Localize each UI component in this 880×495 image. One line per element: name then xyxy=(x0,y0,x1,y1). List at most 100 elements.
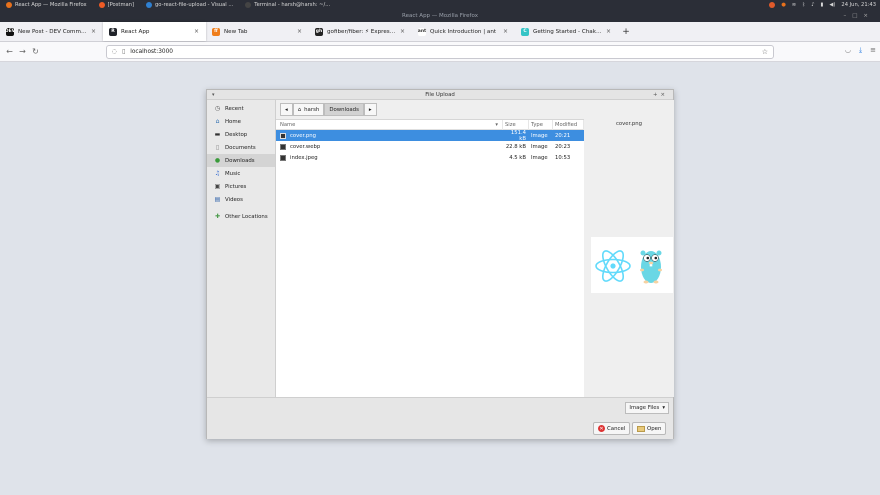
tab-favicon-icon: DEV xyxy=(4,27,16,36)
sidebar-item-desktop[interactable]: ▬ Desktop xyxy=(207,128,275,141)
path-bar: ◂ ⌂ harsh Downloads ▸ xyxy=(280,103,377,116)
tab-title: New Post - DEV Community xyxy=(18,28,87,35)
tab-title: New Tab xyxy=(224,28,248,35)
reload-icon[interactable]: ↻ xyxy=(29,47,42,56)
dialog-title: File Upload xyxy=(425,92,455,98)
file-type: Image xyxy=(531,143,548,150)
sidebar-item-downloads[interactable]: ● Downloads xyxy=(207,154,275,167)
back-arrow-icon[interactable]: ← xyxy=(3,47,16,56)
column-name[interactable]: Name ▾ xyxy=(276,119,503,130)
address-bar[interactable]: ◌ ▯ localhost:3000 ☆ xyxy=(106,45,774,59)
app-icon xyxy=(245,2,252,8)
taskbar-window-button[interactable]: Terminal - harsh@harsh: ~/... xyxy=(239,2,336,8)
page-icon: ▯ xyxy=(122,49,126,55)
clock[interactable]: 24 Jun, 21:43 xyxy=(841,2,876,8)
tab-title: Getting Started - Chakra UI xyxy=(533,28,602,35)
app-tray-icon[interactable] xyxy=(769,2,776,8)
dialog-titlebar[interactable]: ▾ File Upload +× xyxy=(207,90,673,100)
tab-close-icon[interactable]: × xyxy=(606,28,611,35)
cancel-icon: ✕ xyxy=(598,425,605,432)
window-title: React App — Mozilla Firefox xyxy=(402,13,478,19)
file-list: Name ▾ Size Type Modified cover.png 151.4… xyxy=(276,119,584,397)
places-sidebar: ◷ Recent ⌂ Home ▬ Desktop ▯ Documents ● Downloads… xyxy=(207,100,276,397)
image-file-icon xyxy=(280,143,286,150)
home-icon: ⌂ xyxy=(215,118,220,125)
sidebar-item-music[interactable]: ♫ Music xyxy=(207,167,275,180)
sort-down-icon: ▾ xyxy=(495,121,498,128)
window-titlebar[interactable]: React App — Mozilla Firefox –□× xyxy=(0,10,880,22)
sidebar-item-recent[interactable]: ◷ Recent xyxy=(207,102,275,115)
forward-arrow-icon[interactable]: → xyxy=(16,47,29,56)
gopher-icon xyxy=(640,250,662,284)
dialog-menu-icon[interactable]: ▾ xyxy=(212,90,215,100)
browser-tab[interactable]: gh gofiber/fiber: ⚡ Express insp × xyxy=(309,22,412,41)
browser-tab[interactable]: DEVNew Post - DEV Community × xyxy=(0,22,103,41)
battery-icon[interactable]: ▮ xyxy=(821,2,824,8)
tab-close-icon[interactable]: × xyxy=(297,28,302,35)
tab-close-icon[interactable]: × xyxy=(400,28,405,35)
tab-close-icon[interactable]: × xyxy=(194,28,199,35)
file-modified: 10:53 xyxy=(555,154,571,161)
taskbar-window-label: [Postman] xyxy=(107,2,135,8)
column-modified[interactable]: Modified xyxy=(553,119,584,130)
path-back-button[interactable]: ◂ xyxy=(280,103,293,116)
tab-title: Quick Introduction | ant xyxy=(430,28,497,35)
path-current-button[interactable]: Downloads xyxy=(324,103,364,116)
sidebar-item-other-locations[interactable]: ✚ Other Locations xyxy=(207,210,275,223)
taskbar-window-button[interactable]: go-react-file-upload - Visual ... xyxy=(140,2,239,8)
file-row[interactable]: index.jpeg 4.5 kB Image 10:53 xyxy=(276,152,584,163)
firefox-tray-icon[interactable]: ● xyxy=(781,2,786,8)
sidebar-item-home[interactable]: ⌂ Home xyxy=(207,115,275,128)
path-home-label: harsh xyxy=(304,106,320,113)
tab-close-icon[interactable]: × xyxy=(503,28,508,35)
file-name-cell: index.jpeg xyxy=(276,154,503,161)
sidebar-item-documents[interactable]: ▯ Documents xyxy=(207,141,275,154)
column-size[interactable]: Size xyxy=(503,119,529,130)
new-tab-button[interactable]: + xyxy=(618,22,634,41)
app-icon xyxy=(146,2,153,8)
sidebar-item-label: Recent xyxy=(225,105,244,112)
dialog-window-controls[interactable]: +× xyxy=(653,90,668,100)
tab-title: React App xyxy=(121,28,150,35)
preview-thumbnail xyxy=(591,237,673,293)
download-icon[interactable]: ⤓ xyxy=(859,46,862,55)
file-name-cell: cover.webp xyxy=(276,143,503,150)
browser-tab[interactable]: ff New Tab × xyxy=(206,22,309,41)
url-text[interactable]: localhost:3000 xyxy=(130,49,173,55)
bluetooth-icon[interactable]: ᛒ xyxy=(802,2,805,8)
pocket-icon[interactable]: ◡ xyxy=(845,46,851,55)
wifi-icon[interactable]: ≋ xyxy=(792,2,796,8)
file-type-filter[interactable]: Image Files ▾ xyxy=(625,402,669,414)
file-list-header: Name ▾ Size Type Modified xyxy=(276,119,584,130)
path-forward-button[interactable]: ▸ xyxy=(363,103,377,116)
shield-icon[interactable]: ◌ xyxy=(112,49,117,55)
file-row[interactable]: cover.webp 22.8 kB Image 20:23 xyxy=(276,141,584,152)
chevron-down-icon: ▾ xyxy=(662,405,665,411)
cancel-button[interactable]: ✕ Cancel xyxy=(593,422,631,435)
bookmark-star-icon[interactable]: ☆ xyxy=(762,48,768,56)
path-home-button[interactable]: ⌂ harsh xyxy=(292,103,325,116)
preview-pane: cover.png xyxy=(584,100,674,397)
sidebar-item-label: Desktop xyxy=(225,131,248,138)
taskbar-window-button[interactable]: [Postman] xyxy=(93,2,140,8)
taskbar-window-label: React App — Mozilla Firefox xyxy=(15,2,87,8)
browser-tab[interactable]: C Getting Started - Chakra UI × xyxy=(515,22,618,41)
tab-close-icon[interactable]: × xyxy=(91,28,96,35)
notification-bell-icon[interactable]: ♪ xyxy=(811,2,814,8)
open-button[interactable]: Open xyxy=(632,422,667,435)
menu-icon[interactable]: ≡ xyxy=(870,46,876,55)
file-row[interactable]: cover.png 151.4 kB Image 20:21 xyxy=(276,130,584,142)
column-type[interactable]: Type xyxy=(529,119,553,130)
window-controls[interactable]: –□× xyxy=(843,10,874,22)
sidebar-item-videos[interactable]: ▤ Videos xyxy=(207,193,275,206)
sidebar-item-pictures[interactable]: ▣ Pictures xyxy=(207,180,275,193)
browser-tab[interactable]: ant Quick Introduction | ant × xyxy=(412,22,515,41)
app-icon xyxy=(6,2,12,8)
path-current-label: Downloads xyxy=(329,106,359,113)
tab-favicon-icon: C xyxy=(521,27,529,36)
filter-label: Image Files xyxy=(629,405,660,411)
browser-tab[interactable]: R React App × xyxy=(103,22,206,41)
volume-icon[interactable]: ◀) xyxy=(829,2,835,8)
taskbar-window-button[interactable]: React App — Mozilla Firefox xyxy=(0,2,93,8)
sidebar-item-label: Pictures xyxy=(225,183,247,190)
